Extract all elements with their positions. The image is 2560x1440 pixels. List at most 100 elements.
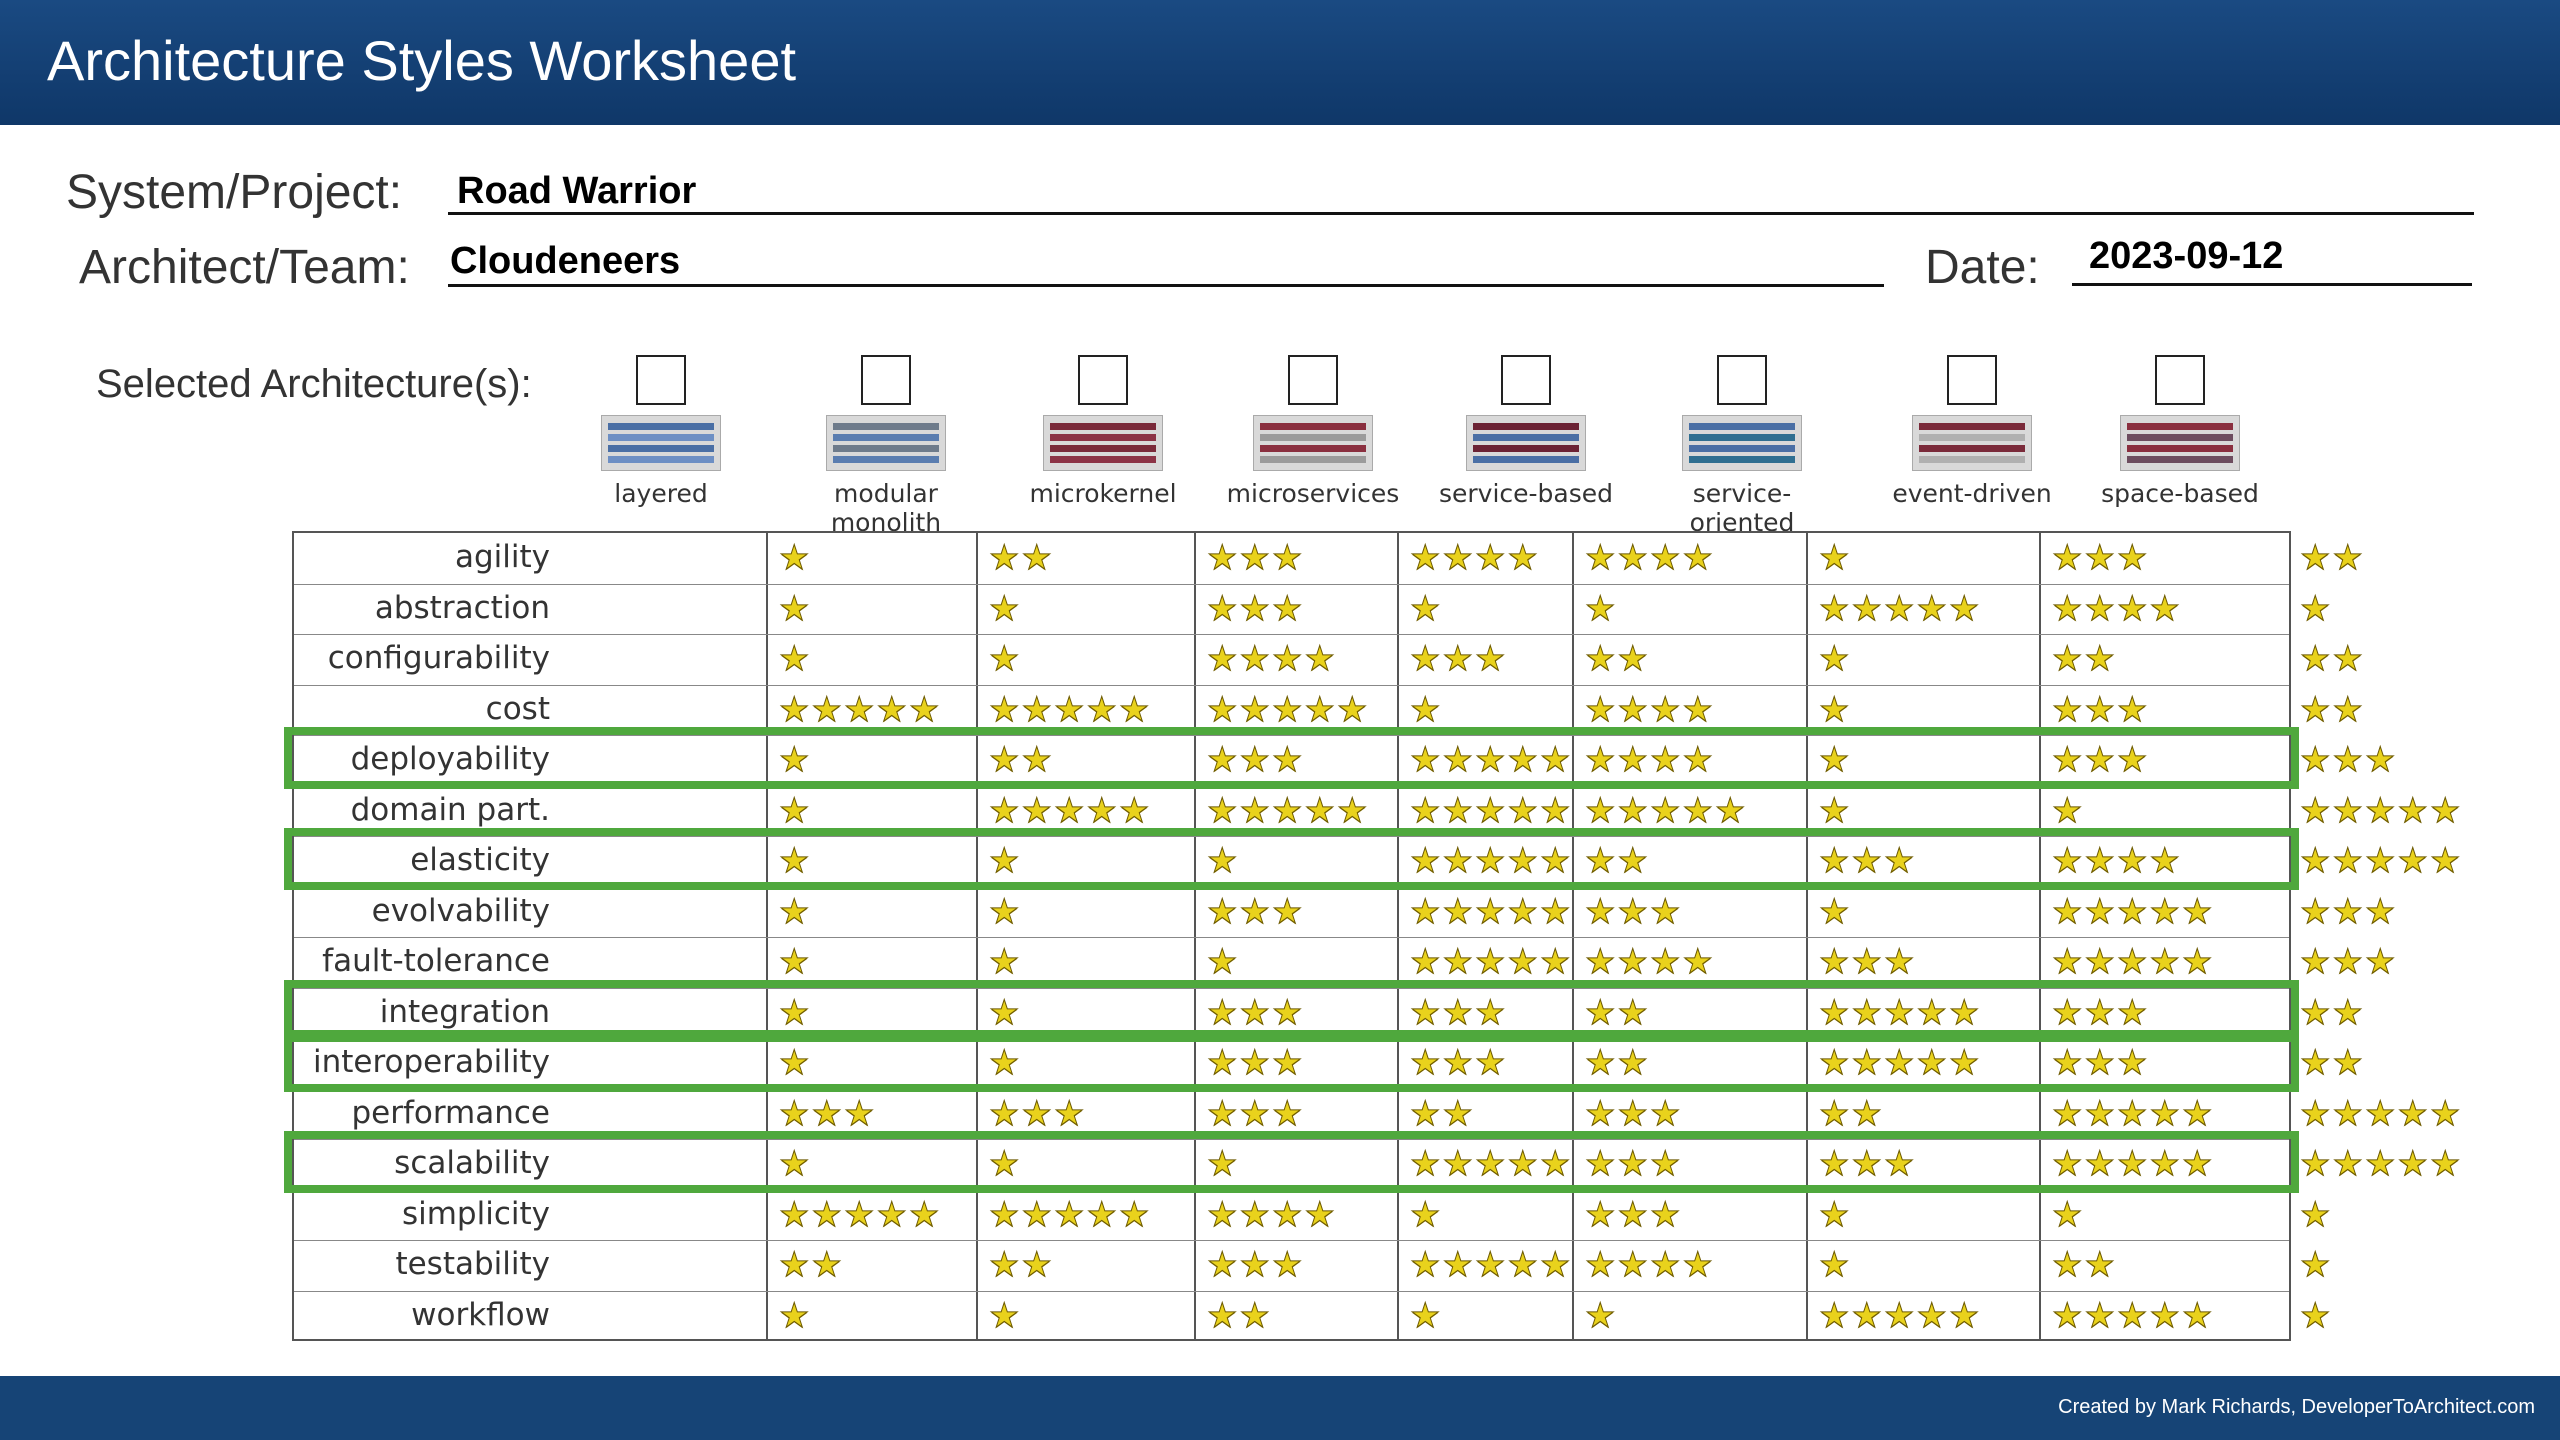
star-rating: ★★★★★ xyxy=(2299,1094,2462,1133)
star-rating: ★★★ xyxy=(1206,538,1305,578)
star-rating: ★★ xyxy=(2051,640,2117,679)
star-icon: ★ xyxy=(2299,689,2333,730)
star-icon: ★ xyxy=(988,1194,1022,1235)
title-bar: Architecture Styles Worksheet xyxy=(0,0,2560,125)
star-icon: ★ xyxy=(988,1093,1022,1134)
star-icon: ★ xyxy=(988,942,1022,982)
star-rating: ★★ xyxy=(2299,1044,2365,1083)
star-icon: ★ xyxy=(1239,1295,1272,1336)
star-icon: ★ xyxy=(2051,942,2085,982)
star-icon: ★ xyxy=(1271,538,1305,578)
star-icon: ★ xyxy=(1818,1245,1852,1285)
date-field-underline xyxy=(2072,283,2472,286)
star-icon: ★ xyxy=(2116,1295,2150,1336)
team-field[interactable]: Cloudeneers xyxy=(450,240,680,283)
star-icon: ★ xyxy=(2332,740,2365,780)
star-icon: ★ xyxy=(2149,942,2182,982)
architecture-name: layered xyxy=(614,479,708,508)
star-icon: ★ xyxy=(1271,1245,1305,1285)
star-icon: ★ xyxy=(876,689,909,730)
attribute-label: fault-tolerance xyxy=(322,943,550,979)
star-icon: ★ xyxy=(1021,790,1054,831)
architecture-column-header: layered xyxy=(561,355,761,508)
star-rating: ★★★★★ xyxy=(778,1194,941,1235)
star-icon: ★ xyxy=(2116,1093,2150,1134)
architecture-checkbox[interactable] xyxy=(1717,355,1767,405)
star-icon: ★ xyxy=(1474,891,1508,932)
date-field[interactable]: 2023-09-12 xyxy=(2089,235,2283,278)
star-icon: ★ xyxy=(1206,1245,1240,1285)
star-icon: ★ xyxy=(988,790,1022,831)
star-icon: ★ xyxy=(2429,790,2463,831)
architecture-column-header: event-driven xyxy=(1872,355,2072,508)
architecture-checkbox[interactable] xyxy=(1501,355,1551,405)
attribute-label: simplicity xyxy=(401,1195,550,1232)
star-icon: ★ xyxy=(2116,588,2150,629)
star-icon: ★ xyxy=(1409,538,1443,578)
star-icon: ★ xyxy=(1617,1194,1650,1235)
star-icon: ★ xyxy=(1053,689,1087,730)
star-rating: ★ xyxy=(1584,589,1617,628)
star-icon: ★ xyxy=(778,588,812,629)
star-icon: ★ xyxy=(1206,538,1240,578)
star-rating: ★★★ xyxy=(1818,943,1916,982)
star-rating: ★★ xyxy=(2299,993,2365,1032)
star-rating: ★★ xyxy=(988,1246,1054,1285)
star-icon: ★ xyxy=(1271,639,1305,679)
star-rating: ★★ xyxy=(1206,1295,1272,1336)
architecture-column-header: microkernel xyxy=(1003,355,1203,508)
attribute-label: configurability xyxy=(327,640,550,676)
star-icon: ★ xyxy=(2332,639,2365,679)
architecture-checkbox[interactable] xyxy=(1078,355,1128,405)
star-rating: ★★★★★ xyxy=(2299,841,2462,881)
star-icon: ★ xyxy=(2332,891,2365,932)
star-icon: ★ xyxy=(1239,588,1272,629)
star-icon: ★ xyxy=(1239,891,1272,932)
star-icon: ★ xyxy=(1206,790,1240,831)
star-icon: ★ xyxy=(1584,891,1618,932)
star-icon: ★ xyxy=(1409,1194,1443,1235)
star-rating: ★ xyxy=(778,791,811,830)
architecture-checkbox[interactable] xyxy=(636,355,686,405)
footer: Created by Mark Richards, DeveloperToArc… xyxy=(0,1376,2560,1440)
star-rating: ★★★★★ xyxy=(1409,790,1572,831)
star-icon: ★ xyxy=(988,1295,1022,1336)
star-rating: ★ xyxy=(988,640,1021,679)
architecture-column-header: modular monolith xyxy=(786,355,986,537)
star-icon: ★ xyxy=(1649,689,1683,730)
project-field[interactable]: Road Warrior xyxy=(457,170,696,213)
star-icon: ★ xyxy=(1118,1194,1152,1235)
architecture-checkbox[interactable] xyxy=(861,355,911,405)
star-icon: ★ xyxy=(2181,942,2215,982)
star-icon: ★ xyxy=(1021,538,1054,578)
star-rating: ★ xyxy=(988,589,1021,628)
star-icon: ★ xyxy=(843,689,877,730)
star-rating: ★ xyxy=(1818,1245,1852,1285)
star-icon: ★ xyxy=(1474,639,1508,679)
attribute-label: abstraction xyxy=(374,589,550,626)
architecture-checkbox[interactable] xyxy=(2155,355,2205,405)
star-icon: ★ xyxy=(1442,891,1475,932)
table-row: testability ★★ ★★ ★★★ ★★★★★ ★★★★ ★ ★★ ★ xyxy=(294,1240,2331,1291)
star-icon: ★ xyxy=(2397,790,2430,831)
star-rating: ★★★★★ xyxy=(988,790,1151,831)
star-icon: ★ xyxy=(1617,689,1650,730)
star-icon: ★ xyxy=(2299,891,2333,932)
star-icon: ★ xyxy=(2051,689,2085,730)
star-icon: ★ xyxy=(1507,790,1540,831)
star-icon: ★ xyxy=(1714,790,1748,831)
star-icon: ★ xyxy=(876,1194,909,1235)
star-rating: ★★★★ xyxy=(1206,1195,1337,1234)
star-icon: ★ xyxy=(1021,1093,1054,1134)
star-icon: ★ xyxy=(1053,790,1087,831)
architecture-checkbox[interactable] xyxy=(1288,355,1338,405)
attribute-label: evolvability xyxy=(371,892,550,929)
star-icon: ★ xyxy=(2051,1245,2085,1285)
star-rating: ★★★ xyxy=(778,1094,876,1133)
star-icon: ★ xyxy=(2299,1295,2333,1336)
star-icon: ★ xyxy=(988,689,1022,730)
star-rating: ★★★ xyxy=(2299,740,2397,780)
star-icon: ★ xyxy=(2299,841,2333,881)
architecture-checkbox[interactable] xyxy=(1947,355,1997,405)
architecture-column-header: microservices xyxy=(1213,355,1413,508)
